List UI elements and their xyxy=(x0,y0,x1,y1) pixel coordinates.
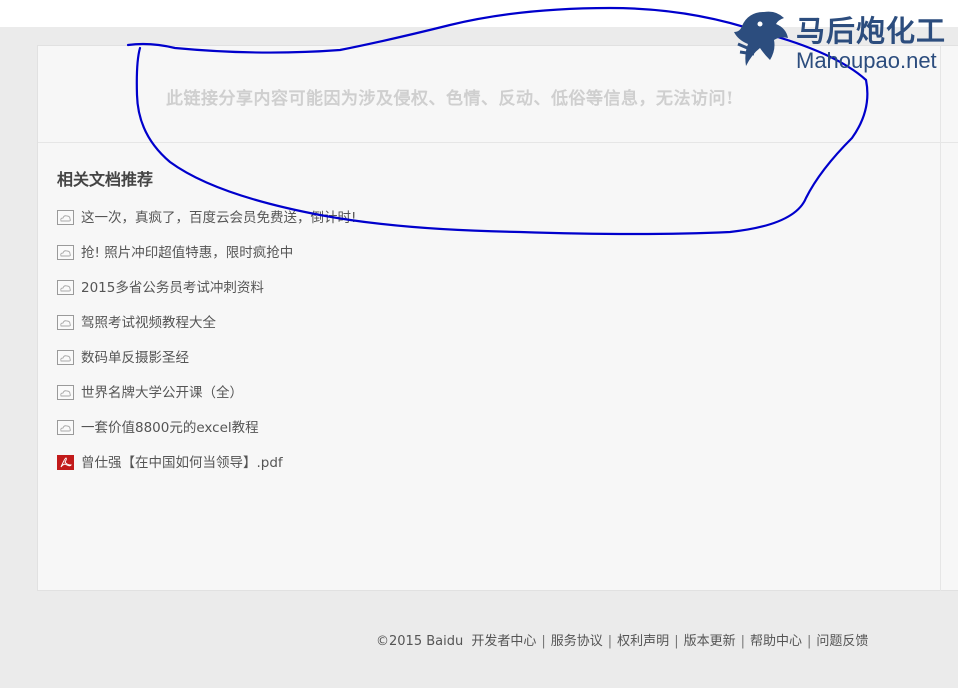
list-item[interactable]: 曾仕强【在中国如何当领导】.pdf xyxy=(57,453,356,488)
footer-link-help-center[interactable]: 帮助中心 xyxy=(750,634,802,649)
horse-logo-icon xyxy=(734,11,788,67)
list-item[interactable]: 世界名牌大学公开课（全） xyxy=(57,383,356,418)
list-item[interactable]: 这一次，真疯了，百度云会员免费送，倒计时! xyxy=(57,208,356,243)
list-item[interactable]: 一套价值8800元的excel教程 xyxy=(57,418,356,453)
related-docs-list: 这一次，真疯了，百度云会员免费送，倒计时! 抢! 照片冲印超值特惠，限时疯抢中 … xyxy=(57,208,356,488)
footer-separator: | xyxy=(807,634,812,649)
list-item-label: 这一次，真疯了，百度云会员免费送，倒计时! xyxy=(81,210,357,226)
list-item[interactable]: 抢! 照片冲印超值特惠，限时疯抢中 xyxy=(57,243,356,278)
list-item-label: 抢! 照片冲印超值特惠，限时疯抢中 xyxy=(81,245,294,261)
content-panel: 此链接分享内容可能因为涉及侵权、色情、反动、低俗等信息，无法访问! 相关文档推荐… xyxy=(37,45,958,591)
list-item-label: 曾仕强【在中国如何当领导】.pdf xyxy=(81,455,283,471)
cloud-doc-icon xyxy=(57,385,74,400)
watermark-cn: 马后炮化工 xyxy=(796,14,947,48)
list-item-label: 数码单反摄影圣经 xyxy=(81,350,189,366)
footer-separator: | xyxy=(541,634,546,649)
list-item[interactable]: 2015多省公务员考试冲刺资料 xyxy=(57,278,356,313)
cloud-doc-icon xyxy=(57,420,74,435)
watermark-en: Mahoupao.net xyxy=(796,48,937,73)
watermark-logo: 马后炮化工 Mahoupao.net xyxy=(730,4,958,80)
list-item-label: 驾照考试视频教程大全 xyxy=(81,315,216,331)
list-item-label: 2015多省公务员考试冲刺资料 xyxy=(81,280,264,296)
footer-separator: | xyxy=(740,634,745,649)
cloud-doc-icon xyxy=(57,280,74,295)
footer-separator: | xyxy=(674,634,679,649)
footer-link-version-update[interactable]: 版本更新 xyxy=(684,634,736,649)
panel-divider xyxy=(940,45,941,591)
list-item[interactable]: 驾照考试视频教程大全 xyxy=(57,313,356,348)
cloud-doc-icon xyxy=(57,350,74,365)
cloud-doc-icon xyxy=(57,315,74,330)
footer-copyright: ©2015 Baidu xyxy=(376,634,464,649)
related-docs-title: 相关文档推荐 xyxy=(57,170,154,189)
footer: ©2015 Baidu 开发者中心 | 服务协议 | 权利声明 | 版本更新 | 帮助中心 | 问题… xyxy=(376,630,868,649)
footer-link-feedback[interactable]: 问题反馈 xyxy=(816,634,868,649)
blocked-notice: 此链接分享内容可能因为涉及侵权、色情、反动、低俗等信息，无法访问! xyxy=(166,89,734,109)
list-item[interactable]: 数码单反摄影圣经 xyxy=(57,348,356,383)
footer-separator: | xyxy=(607,634,613,649)
footer-link-rights-statement[interactable]: 权利声明 xyxy=(617,634,669,649)
pdf-icon xyxy=(57,455,74,470)
footer-link-service-agreement[interactable]: 服务协议 xyxy=(551,634,603,649)
list-item-label: 世界名牌大学公开课（全） xyxy=(81,385,243,401)
cloud-doc-icon xyxy=(57,245,74,260)
cloud-doc-icon xyxy=(57,210,74,225)
list-item-label: 一套价值8800元的excel教程 xyxy=(81,420,259,436)
footer-link-developer[interactable]: 开发者中心 xyxy=(471,634,536,649)
